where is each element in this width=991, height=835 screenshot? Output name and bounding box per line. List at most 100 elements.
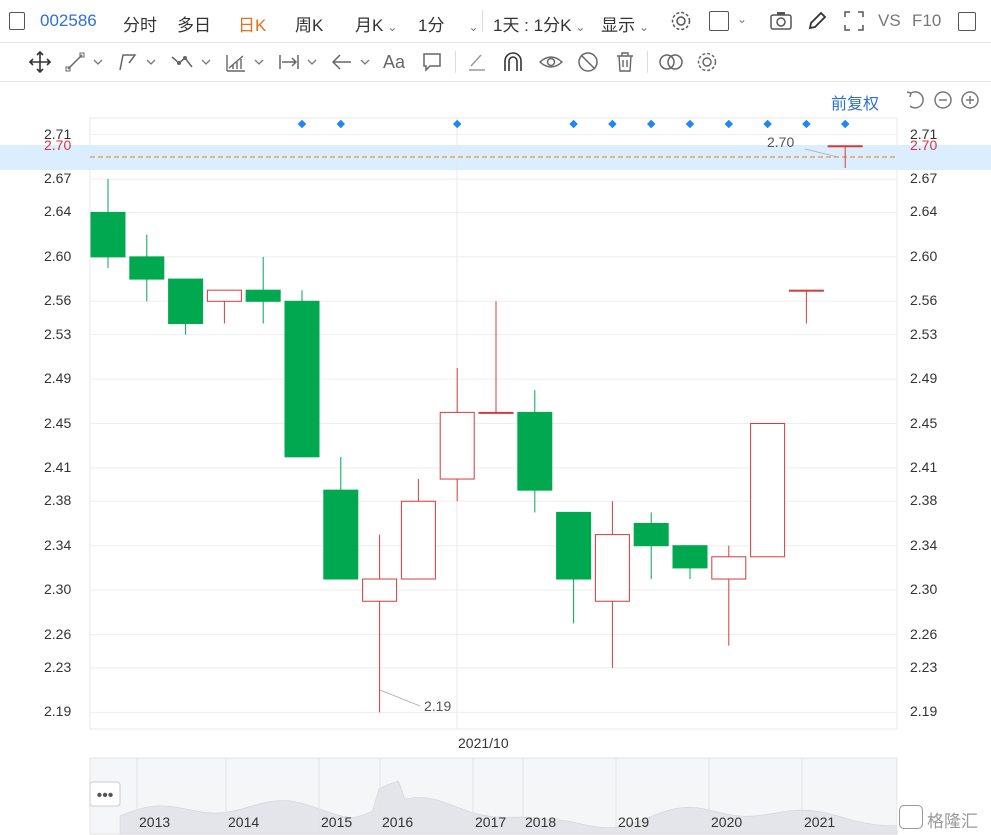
navigator-year-label: 2014 bbox=[228, 814, 260, 830]
candle-body bbox=[517, 411, 553, 491]
event-marker[interactable] bbox=[763, 119, 772, 129]
min-price-label: 2.19 bbox=[424, 698, 452, 714]
y-tick-label-left: 2.70 bbox=[44, 136, 72, 153]
min-label-leader bbox=[379, 689, 421, 707]
event-marker[interactable] bbox=[569, 119, 578, 129]
candle-body bbox=[400, 500, 436, 580]
y-tick-label-left: 2.34 bbox=[44, 536, 72, 553]
y-tick-label-left: 2.30 bbox=[44, 581, 72, 598]
candle-body bbox=[788, 289, 824, 292]
candle[interactable] bbox=[750, 423, 786, 558]
y-tick-label-right: 2.45 bbox=[910, 414, 938, 431]
y-tick-label-right: 2.30 bbox=[910, 581, 938, 598]
candle-body bbox=[129, 256, 165, 280]
event-marker[interactable] bbox=[452, 119, 462, 129]
event-marker[interactable] bbox=[802, 119, 811, 129]
event-marker[interactable] bbox=[297, 119, 307, 129]
y-tick-label-right: 2.67 bbox=[910, 170, 938, 187]
candle-body bbox=[750, 423, 786, 558]
candle-body bbox=[478, 411, 514, 414]
event-marker[interactable] bbox=[685, 119, 695, 129]
candle-body bbox=[206, 289, 242, 302]
watermark: 格隆汇 bbox=[897, 804, 987, 831]
candle-body bbox=[556, 511, 592, 580]
y-tick-label-right: 2.34 bbox=[910, 536, 938, 553]
event-markers[interactable] bbox=[297, 119, 850, 129]
y-tick-label-right: 2.41 bbox=[910, 458, 938, 475]
event-marker[interactable] bbox=[646, 119, 656, 129]
y-tick-label-left: 2.64 bbox=[44, 203, 72, 220]
candle[interactable] bbox=[672, 545, 708, 580]
navigator-year-label: 2015 bbox=[321, 814, 353, 830]
y-tick-label-right: 2.64 bbox=[910, 203, 938, 220]
candle[interactable] bbox=[439, 367, 475, 502]
max-price-label: 2.70 bbox=[767, 134, 795, 150]
y-tick-label-right: 2.60 bbox=[910, 247, 938, 264]
candle[interactable] bbox=[788, 289, 824, 324]
navigator-year-label: 2021 bbox=[804, 814, 836, 830]
candle[interactable] bbox=[556, 511, 592, 624]
candle[interactable] bbox=[206, 289, 242, 324]
y-tick-label-right: 2.53 bbox=[910, 325, 938, 342]
more-icon[interactable]: ••• bbox=[97, 787, 114, 804]
y-tick-label-right: 2.26 bbox=[910, 625, 938, 642]
y-tick-label-left: 2.53 bbox=[44, 325, 72, 342]
candle[interactable] bbox=[711, 545, 747, 646]
candle-body bbox=[594, 534, 630, 602]
candle[interactable] bbox=[168, 278, 204, 335]
candle-body bbox=[90, 211, 126, 258]
y-tick-label-right: 2.70 bbox=[910, 136, 938, 153]
y-tick-label-left: 2.45 bbox=[44, 414, 72, 431]
candle[interactable] bbox=[245, 256, 281, 324]
candle-body bbox=[711, 556, 747, 580]
event-marker[interactable] bbox=[724, 119, 734, 129]
y-tick-label-left: 2.67 bbox=[44, 170, 72, 187]
candle-body bbox=[284, 300, 320, 458]
y-tick-label-left: 2.60 bbox=[44, 247, 72, 264]
candle[interactable] bbox=[323, 456, 359, 580]
y-tick-label-right: 2.38 bbox=[910, 492, 938, 509]
candle-body bbox=[672, 545, 708, 569]
navigator-year-label: 2018 bbox=[525, 814, 557, 830]
navigator-year-label: 2017 bbox=[475, 814, 507, 830]
candle-body bbox=[439, 411, 475, 480]
y-tick-label-right: 2.23 bbox=[910, 658, 938, 675]
y-tick-label-left: 2.41 bbox=[44, 458, 72, 475]
event-marker[interactable] bbox=[608, 119, 617, 129]
y-tick-label-right: 2.56 bbox=[910, 292, 938, 309]
navigator-year-label: 2019 bbox=[618, 814, 650, 830]
navigator-year-label: 2020 bbox=[711, 814, 743, 830]
candle[interactable] bbox=[400, 479, 436, 580]
candle[interactable] bbox=[517, 390, 553, 513]
candle[interactable] bbox=[594, 501, 630, 668]
y-tick-label-left: 2.49 bbox=[44, 370, 72, 387]
y-tick-label-left: 2.38 bbox=[44, 492, 72, 509]
candle-body bbox=[827, 145, 863, 148]
candle[interactable] bbox=[478, 301, 514, 414]
candle-body bbox=[323, 489, 359, 580]
candles bbox=[90, 145, 863, 713]
candle-body bbox=[245, 289, 281, 302]
watermark-text: 格隆汇 bbox=[927, 812, 978, 831]
navigator-year-label: 2013 bbox=[139, 814, 171, 830]
candle[interactable] bbox=[633, 512, 669, 580]
watermark-logo-icon bbox=[899, 805, 923, 829]
event-marker[interactable] bbox=[336, 119, 346, 129]
candle[interactable] bbox=[129, 234, 165, 302]
candle-body bbox=[362, 578, 398, 602]
event-marker[interactable] bbox=[840, 119, 850, 129]
y-tick-label-left: 2.56 bbox=[44, 292, 72, 309]
candle[interactable] bbox=[362, 534, 398, 713]
y-tick-label-right: 2.49 bbox=[910, 370, 938, 387]
candle-body bbox=[633, 522, 669, 547]
candlestick-chart[interactable]: ••• bbox=[0, 0, 991, 835]
navigator-year-label: 2016 bbox=[382, 814, 414, 830]
x-crosshair-label: 2021/10 bbox=[458, 735, 509, 751]
candle[interactable] bbox=[284, 290, 320, 458]
y-tick-label-left: 2.26 bbox=[44, 625, 72, 642]
candle[interactable] bbox=[90, 179, 126, 268]
candle-body bbox=[168, 278, 204, 325]
y-tick-label-right: 2.19 bbox=[910, 703, 938, 720]
y-tick-label-left: 2.23 bbox=[44, 658, 72, 675]
y-tick-label-left: 2.19 bbox=[44, 703, 72, 720]
